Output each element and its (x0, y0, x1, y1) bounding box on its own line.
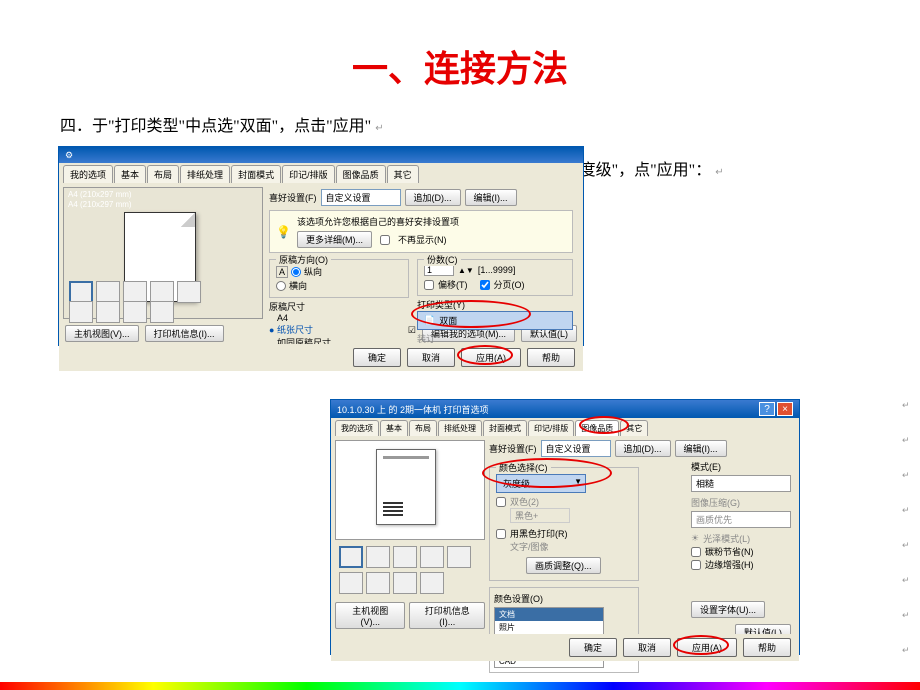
color-select-group: 颜色选择(C) 灰度级 双色(2) 黑色+ 用黑色打印(R) 文字/图像 画质调… (489, 467, 639, 581)
print-type-duplex[interactable]: 📄 双面 (417, 311, 573, 330)
twocolor-checkbox[interactable] (496, 497, 506, 507)
titlebar: 10.1.0.30 上 的 2期一体机 打印首选项 ? × (331, 400, 799, 418)
tab-cover[interactable]: 封面模式 (231, 165, 281, 183)
cancel-button[interactable]: 取消 (407, 348, 455, 367)
print-dialog-2: 10.1.0.30 上 的 2期一体机 打印首选项 ? × 我的选项 基本 布局… (330, 399, 800, 655)
tab-basic[interactable]: 基本 (380, 420, 408, 436)
tab-output[interactable]: 排纸处理 (180, 165, 230, 183)
apply-button[interactable]: 应用(A) (677, 638, 737, 657)
portrait-radio[interactable] (291, 267, 301, 277)
layout-thumb[interactable] (69, 301, 93, 323)
rainbow-bar (0, 682, 920, 690)
tab-myoptions[interactable]: 我的选项 (63, 165, 113, 183)
pref-combo[interactable]: 自定义设置 (321, 189, 401, 206)
landscape-radio[interactable] (276, 281, 286, 291)
collate-checkbox[interactable] (480, 280, 490, 290)
copies-group: 份数(C) 1 ▲▼ [1...9999] 偏移(T) 分页(O) (417, 259, 573, 296)
printer-info-button[interactable]: 打印机信息(I)... (145, 325, 224, 342)
orientation-group: 原稿方向(O) A纵向 横向 (269, 259, 409, 298)
host-view-button[interactable]: 主机视图(V)... (65, 325, 139, 342)
blackprint-checkbox[interactable] (496, 529, 506, 539)
toner-save-checkbox[interactable] (691, 547, 701, 557)
slide-title: 一、连接方法 (0, 0, 920, 112)
no-show-checkbox[interactable] (380, 235, 390, 245)
layout-thumb[interactable] (366, 546, 390, 568)
layout-thumb[interactable] (393, 572, 417, 594)
tab-other[interactable]: 其它 (620, 420, 648, 436)
edit-button[interactable]: 编辑(I)... (465, 189, 517, 206)
layout-thumb[interactable] (177, 281, 201, 303)
layout-thumb[interactable] (447, 546, 471, 568)
help-button[interactable]: 帮助 (527, 348, 575, 367)
tab-bar: 我的选项 基本 布局 排纸处理 封面模式 印记/排版 图像品质 其它 (331, 418, 799, 436)
edit-button[interactable]: 编辑(I)... (675, 440, 727, 457)
tab-stamp[interactable]: 印记/排版 (528, 420, 574, 436)
portrait-icon: A (276, 266, 288, 278)
tab-layout[interactable]: 布局 (409, 420, 437, 436)
tab-quality[interactable]: 图像品质 (575, 420, 619, 436)
edge-enhance-checkbox[interactable] (691, 560, 701, 570)
bulb-icon: 💡 (276, 225, 291, 239)
tab-output[interactable]: 排纸处理 (438, 420, 482, 436)
ok-button[interactable]: 确定 (569, 638, 617, 657)
tab-layout[interactable]: 布局 (147, 165, 179, 183)
host-view-button[interactable]: 主机视图(V)... (335, 602, 405, 629)
tab-basic[interactable]: 基本 (114, 165, 146, 183)
layout-thumb[interactable] (339, 572, 363, 594)
layout-thumb[interactable] (393, 546, 417, 568)
cancel-button[interactable]: 取消 (623, 638, 671, 657)
layout-thumb[interactable] (150, 301, 174, 323)
info-box: 💡 该选项允许您根据自己的喜好安排设置项 更多详细(M)... 不再显示(N) (269, 210, 573, 253)
tab-myoptions[interactable]: 我的选项 (335, 420, 379, 436)
paper-preview (376, 449, 436, 525)
pref-label: 喜好设置(F) (489, 442, 537, 455)
mode-combo[interactable]: 相糙 (691, 475, 791, 492)
apply-button[interactable]: 应用(A) (461, 348, 521, 367)
offset-checkbox[interactable] (424, 280, 434, 290)
help-icon[interactable]: ? (759, 402, 775, 416)
layout-thumb[interactable] (339, 546, 363, 568)
help-button[interactable]: 帮助 (743, 638, 791, 657)
print-type-group: 打印类型(Y) 📄 双面 (417, 298, 573, 330)
layout-thumb[interactable] (123, 301, 147, 323)
quality-adjust-button[interactable]: 画质调整(Q)... (526, 557, 601, 574)
ok-button[interactable]: 确定 (353, 348, 401, 367)
layout-thumb[interactable] (420, 572, 444, 594)
add-button[interactable]: 追加(D)... (615, 440, 671, 457)
duplex-icon: 📄 (424, 315, 435, 326)
tab-stamp[interactable]: 印记/排版 (282, 165, 335, 183)
paper-info: A4 (210x297 mm) A4 (210x297 mm) (68, 190, 132, 210)
color-dropdown[interactable]: 灰度级 (496, 474, 586, 493)
layout-thumb[interactable] (366, 572, 390, 594)
printer-info-button[interactable]: 打印机信息(I)... (409, 602, 485, 629)
titlebar: ⚙ (59, 147, 583, 163)
font-button[interactable]: 设置字体(U)... (691, 601, 765, 618)
pref-combo[interactable]: 自定义设置 (541, 440, 611, 457)
compress-combo[interactable]: 画质优先 (691, 511, 791, 528)
pref-label: 喜好设置(F) (269, 191, 317, 204)
more-details-button[interactable]: 更多详细(M)... (297, 231, 372, 248)
add-button[interactable]: 追加(D)... (405, 189, 461, 206)
close-button[interactable]: × (777, 402, 793, 416)
preview-area (335, 440, 485, 540)
print-dialog-1: ⚙ 我的选项 基本 布局 排纸处理 封面模式 印记/排版 图像品质 其它 A4 … (58, 146, 584, 346)
layout-thumb[interactable] (420, 546, 444, 568)
step4-text: 四．于"打印类型"中点选"双面"，点击"应用"↵ (60, 112, 920, 136)
tab-bar: 我的选项 基本 布局 排纸处理 封面模式 印记/排版 图像品质 其它 (59, 163, 583, 183)
tab-quality[interactable]: 图像品质 (336, 165, 386, 183)
layout-thumb[interactable] (96, 301, 120, 323)
tab-other[interactable]: 其它 (387, 165, 419, 183)
tab-cover[interactable]: 封面模式 (483, 420, 527, 436)
